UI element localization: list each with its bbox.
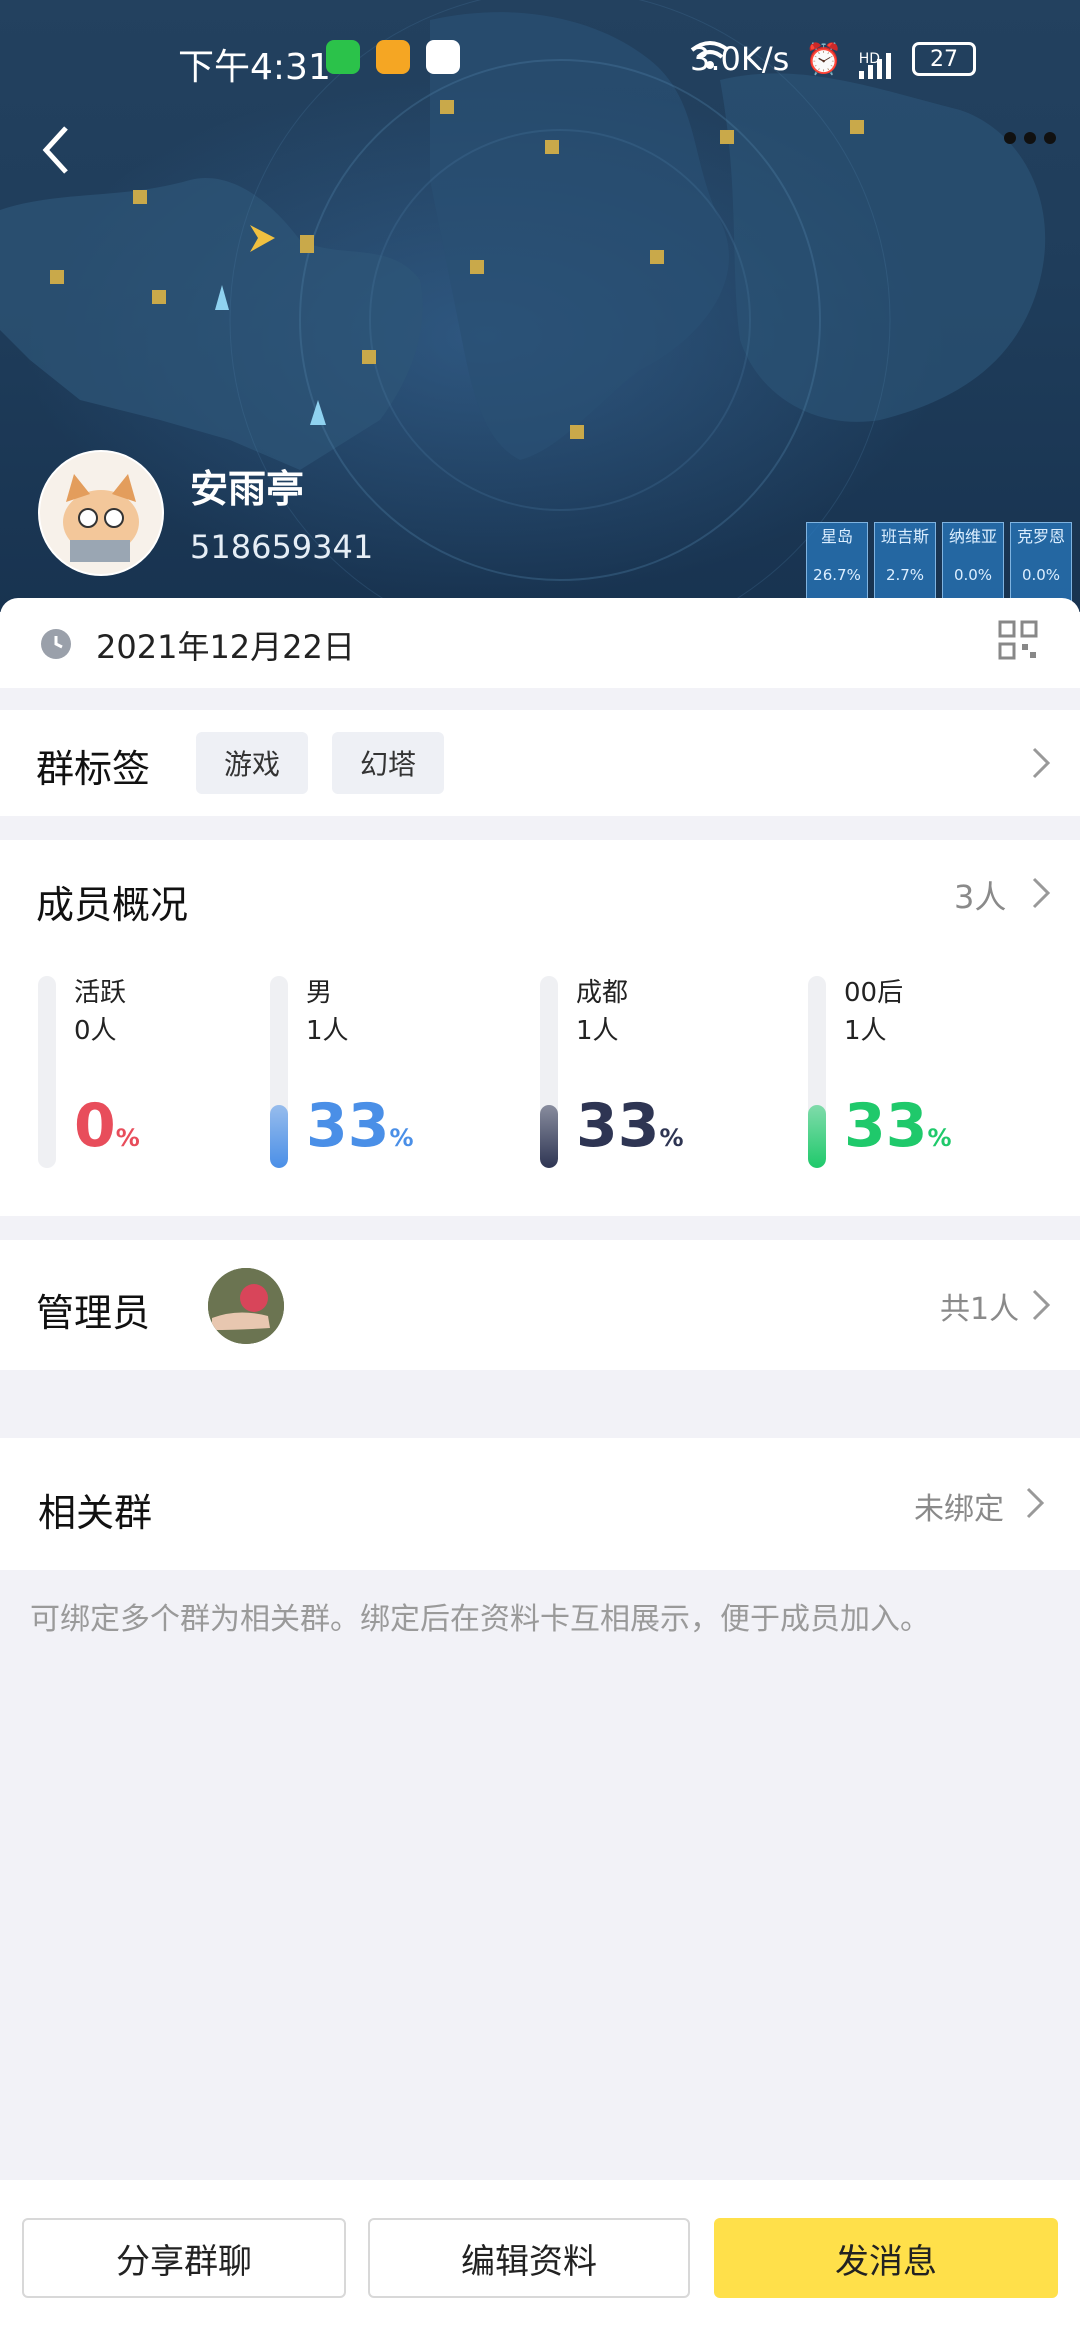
map-header-background: 下午4:31 3.0K/s ⏰ HD 27 安雨亭 518659341 星岛 2… [0,0,1080,612]
region-percent: 26.7% [813,566,861,584]
stat-label: 活跃 [74,978,127,1008]
stat-bar [270,976,288,1168]
stat-label: 成都 [576,978,629,1008]
stat-percent-value: 33 [306,1091,390,1161]
more-dots-icon [1004,132,1056,144]
related-title: 相关群 [38,1491,153,1535]
region-name: 星岛 [820,527,853,546]
stat-city: 成都 1人 33% [540,976,760,1176]
status-time: 下午4:31 [178,47,331,88]
send-message-button[interactable]: 发消息 [714,2218,1058,2298]
stat-percent-value: 33 [576,1091,660,1161]
notes-app-icon [376,40,410,74]
stat-label: 男 [306,978,333,1008]
region-name: 克罗恩 [1016,527,1065,546]
tags-title: 群标签 [36,747,151,791]
stat-count: 1人 [576,1016,619,1046]
stat-bar [38,976,56,1168]
stat-percent: 33% [844,1096,952,1168]
stat-count: 1人 [844,1016,887,1046]
alarm-icon: ⏰ [805,41,843,77]
stat-percent-value: 33 [844,1091,928,1161]
clock-icon [41,629,71,659]
more-button[interactable] [1000,128,1060,168]
stat-bar-fill [540,1104,558,1168]
stat-count: 0人 [74,1016,117,1046]
created-date-row: 2021年12月22日 [0,598,1080,688]
region-name: 班吉斯 [880,527,929,546]
battery-level: 27 [930,46,958,72]
notification-icons [326,40,460,74]
related-groups-row[interactable]: 相关群 未绑定 [0,1438,1080,1570]
related-status: 未绑定 [914,1492,1004,1527]
status-bar: 下午4:31 3.0K/s ⏰ HD 27 [0,0,1080,120]
region-name: 纳维亚 [948,527,997,546]
region-percent: 0.0% [953,566,993,584]
stat-active: 活跃 0人 0% [38,976,258,1176]
group-tags-row[interactable]: 群标签 游戏 幻塔 [0,710,1080,816]
region-percent: 0.0% [1021,566,1061,584]
members-title: 成员概况 [36,883,189,927]
stat-percent-value: 0 [74,1091,116,1161]
region-badge: 克罗恩 0.0% [1010,522,1072,602]
stat-percent: 33% [576,1096,684,1168]
stat-count: 1人 [306,1016,349,1046]
tag-chip: 幻塔 [332,732,445,794]
stat-percent-unit: % [659,1124,684,1152]
share-group-button[interactable]: 分享群聊 [22,2218,346,2298]
bottom-action-bar: 分享群聊 编辑资料 发消息 [0,2180,1080,2340]
cat-avatar-image [40,452,162,574]
stat-percent-unit: % [115,1124,140,1152]
camera-app-icon [426,40,460,74]
admin-row[interactable]: 管理员 共1人 [0,1240,1080,1370]
related-hint: 可绑定多个群为相关群。绑定后在资料卡互相展示，便于成员加入。 [30,1602,930,1637]
flower-avatar-image [208,1268,284,1344]
chevron-right-icon [1032,747,1051,779]
tag-chip: 游戏 [196,732,309,794]
status-right: 3.0K/s ⏰ HD 27 [690,40,976,79]
qr-code-icon[interactable] [998,620,1038,660]
stat-label: 00后 [844,978,904,1008]
edit-profile-button[interactable]: 编辑资料 [368,2218,690,2298]
member-total: 3人 [954,878,1007,916]
stat-percent: 0% [74,1096,140,1168]
stat-percent-unit: % [927,1124,952,1152]
stat-percent: 33% [306,1096,414,1168]
stat-male: 男 1人 33% [270,976,490,1176]
region-percent: 2.7% [885,566,925,584]
admin-count: 共1人 [940,1292,1020,1327]
chevron-right-icon [1026,1487,1045,1519]
member-overview-card[interactable]: 成员概况 3人 活跃 0人 0% 男 1人 33% 成都 1人 33% 00后 … [0,840,1080,1216]
battery-icon: 27 [912,42,976,76]
stat-bar-fill [808,1104,826,1168]
admin-title: 管理员 [36,1291,151,1335]
wechat-icon [326,40,360,74]
back-button[interactable] [36,120,96,180]
chevron-left-icon [42,126,68,174]
group-id: 518659341 [190,528,374,566]
chevron-right-icon [1032,1289,1051,1321]
group-avatar[interactable] [38,450,164,576]
stat-bar-fill [270,1104,288,1168]
stat-bar [808,976,826,1168]
region-badge: 星岛 26.7% [806,522,868,602]
stat-age: 00后 1人 33% [808,976,1028,1176]
stat-bar [540,976,558,1168]
created-date: 2021年12月22日 [96,628,355,666]
region-badge: 班吉斯 2.7% [874,522,936,602]
group-name: 安雨亭 [190,467,305,511]
stat-percent-unit: % [389,1124,414,1152]
signal-icon: HD [858,51,891,79]
chevron-right-icon [1032,877,1051,909]
region-progress-badges: 星岛 26.7% 班吉斯 2.7% 纳维亚 0.0% 克罗恩 0.0% [806,522,1072,602]
region-badge: 纳维亚 0.0% [942,522,1004,602]
admin-avatar[interactable] [208,1268,284,1344]
